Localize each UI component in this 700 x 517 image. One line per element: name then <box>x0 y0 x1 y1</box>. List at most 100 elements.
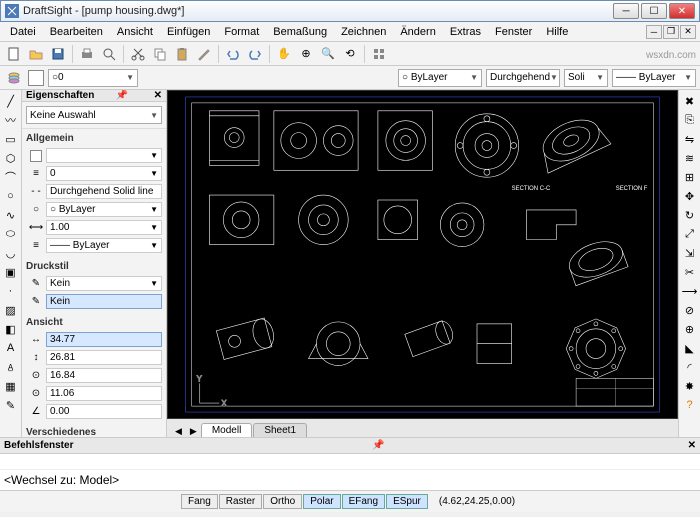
prop-pstyle1[interactable]: Kein▼ <box>46 276 162 291</box>
prop-scale[interactable]: 1.00▼ <box>46 220 162 235</box>
model-viewport[interactable]: SECTION C-C SECTION F XY <box>167 90 678 419</box>
join-icon[interactable]: ⊕ <box>681 320 699 338</box>
mirror-icon[interactable]: ⇋ <box>681 130 699 148</box>
paintbrush-icon[interactable] <box>194 44 214 64</box>
tab-sheet1[interactable]: Sheet1 <box>253 423 307 437</box>
prop-bylayer[interactable]: ○ ByLayer▼ <box>46 202 162 217</box>
redo-icon[interactable] <box>245 44 265 64</box>
mdi-minimize-button[interactable]: ─ <box>646 25 662 39</box>
close-button[interactable]: ✕ <box>669 3 695 19</box>
lineweight-combo[interactable]: —— ByLayer▼ <box>612 69 696 87</box>
menu-bemassung[interactable]: Bemaßung <box>267 24 333 40</box>
menu-ansicht[interactable]: Ansicht <box>111 24 159 40</box>
mdi-close-button[interactable]: ✕ <box>680 25 696 39</box>
bylayer-combo[interactable]: ○ ByLayer▼ <box>398 69 482 87</box>
chamfer-icon[interactable]: ◣ <box>681 339 699 357</box>
command-input[interactable]: <Wechsel zu: Model> <box>0 470 700 490</box>
hatch-icon[interactable]: ▨ <box>2 301 20 319</box>
menu-einfuegen[interactable]: Einfügen <box>161 24 216 40</box>
prop-x[interactable]: 34.77 <box>46 332 162 347</box>
line-icon[interactable]: ╱ <box>2 92 20 110</box>
save-icon[interactable] <box>48 44 68 64</box>
scale-tool-icon[interactable]: ⤢ <box>681 225 699 243</box>
prop-lineweight[interactable]: —— ByLayer▼ <box>46 238 162 253</box>
status-ortho[interactable]: Ortho <box>263 494 302 509</box>
table-icon[interactable]: ▦ <box>2 377 20 395</box>
print-icon[interactable] <box>77 44 97 64</box>
undo-icon[interactable] <box>223 44 243 64</box>
rotate-icon[interactable]: ↻ <box>681 206 699 224</box>
mdi-restore-button[interactable]: ❐ <box>663 25 679 39</box>
zoom-window-icon[interactable]: 🔍 <box>318 44 338 64</box>
open-icon[interactable] <box>26 44 46 64</box>
erase-icon[interactable]: ✖ <box>681 92 699 110</box>
layer-combo[interactable]: ○ 0▼ <box>48 69 138 87</box>
move-icon[interactable]: ✥ <box>681 187 699 205</box>
tab-scroll-right-icon[interactable]: ▶ <box>186 426 201 437</box>
prop-pstyle2[interactable]: Kein <box>46 294 162 309</box>
text-icon[interactable]: A <box>2 339 20 357</box>
cmd-pushpin-icon[interactable]: 📌 <box>372 440 384 451</box>
mtext-icon[interactable]: A̲ <box>2 358 20 376</box>
color-swatch[interactable] <box>28 70 44 86</box>
maximize-button[interactable]: ☐ <box>641 3 667 19</box>
prop-layer[interactable]: 0▼ <box>46 166 162 181</box>
menu-hilfe[interactable]: Hilfe <box>540 24 574 40</box>
region-icon[interactable]: ◧ <box>2 320 20 338</box>
menu-aendern[interactable]: Ändern <box>394 24 441 40</box>
ellipse-icon[interactable]: ⬭ <box>2 225 20 243</box>
arc-icon[interactable]: ⌒ <box>2 168 20 186</box>
pushpin-icon[interactable]: 📌 <box>116 90 128 101</box>
status-fang[interactable]: Fang <box>181 494 218 509</box>
layer-manager-icon[interactable] <box>4 68 24 88</box>
cut-icon[interactable] <box>128 44 148 64</box>
prop-angle[interactable]: 0.00 <box>46 404 162 419</box>
break-icon[interactable]: ⊘ <box>681 301 699 319</box>
menu-fenster[interactable]: Fenster <box>489 24 538 40</box>
copy-icon[interactable] <box>150 44 170 64</box>
selection-combo[interactable]: Keine Auswahl▼ <box>26 106 162 124</box>
zoom-extents-icon[interactable]: ⊕ <box>296 44 316 64</box>
offset-icon[interactable]: ≋ <box>681 149 699 167</box>
paste-icon[interactable] <box>172 44 192 64</box>
prop-y[interactable]: 26.81 <box>46 350 162 365</box>
menu-datei[interactable]: Datei <box>4 24 42 40</box>
polygon-icon[interactable]: ⬡ <box>2 149 20 167</box>
help-icon[interactable]: ? <box>681 396 699 414</box>
new-icon[interactable] <box>4 44 24 64</box>
note-icon[interactable]: ✎ <box>2 396 20 414</box>
panel-close-icon[interactable]: ✕ <box>154 90 162 101</box>
zoom-prev-icon[interactable]: ⟲ <box>340 44 360 64</box>
prop-linetype[interactable]: Durchgehend Solid line <box>46 184 162 199</box>
trim-icon[interactable]: ✂ <box>681 263 699 281</box>
style-combo[interactable]: Soli▼ <box>564 69 608 87</box>
prop-color[interactable]: ▼ <box>46 148 162 163</box>
tab-scroll-left-icon[interactable]: ◀ <box>171 426 186 437</box>
polyline-icon[interactable]: 〰 <box>2 111 20 129</box>
status-raster[interactable]: Raster <box>219 494 262 509</box>
prop-w[interactable]: 11.06 <box>46 386 162 401</box>
spline-icon[interactable]: ∿ <box>2 206 20 224</box>
pan-icon[interactable]: ✋ <box>274 44 294 64</box>
point-icon[interactable]: · <box>2 282 20 300</box>
array-icon[interactable]: ⊞ <box>681 168 699 186</box>
properties-icon[interactable] <box>369 44 389 64</box>
rectangle-icon[interactable]: ▭ <box>2 130 20 148</box>
fillet-icon[interactable]: ◜ <box>681 358 699 376</box>
ellipse-arc-icon[interactable]: ◡ <box>2 244 20 262</box>
circle-icon[interactable]: ○ <box>2 187 20 205</box>
prop-z[interactable]: 16.84 <box>46 368 162 383</box>
menu-format[interactable]: Format <box>218 24 265 40</box>
minimize-button[interactable]: ─ <box>613 3 639 19</box>
block-icon[interactable]: ▣ <box>2 263 20 281</box>
status-polar[interactable]: Polar <box>303 494 340 509</box>
tab-modell[interactable]: Modell <box>201 423 252 437</box>
copy-obj-icon[interactable]: ⎘ <box>681 111 699 129</box>
status-espur[interactable]: ESpur <box>386 494 428 509</box>
linetype-combo[interactable]: Durchgehend▼ <box>486 69 560 87</box>
menu-bearbeiten[interactable]: Bearbeiten <box>44 24 109 40</box>
status-efang[interactable]: EFang <box>342 494 385 509</box>
preview-icon[interactable] <box>99 44 119 64</box>
stretch-icon[interactable]: ⇲ <box>681 244 699 262</box>
menu-zeichnen[interactable]: Zeichnen <box>335 24 392 40</box>
